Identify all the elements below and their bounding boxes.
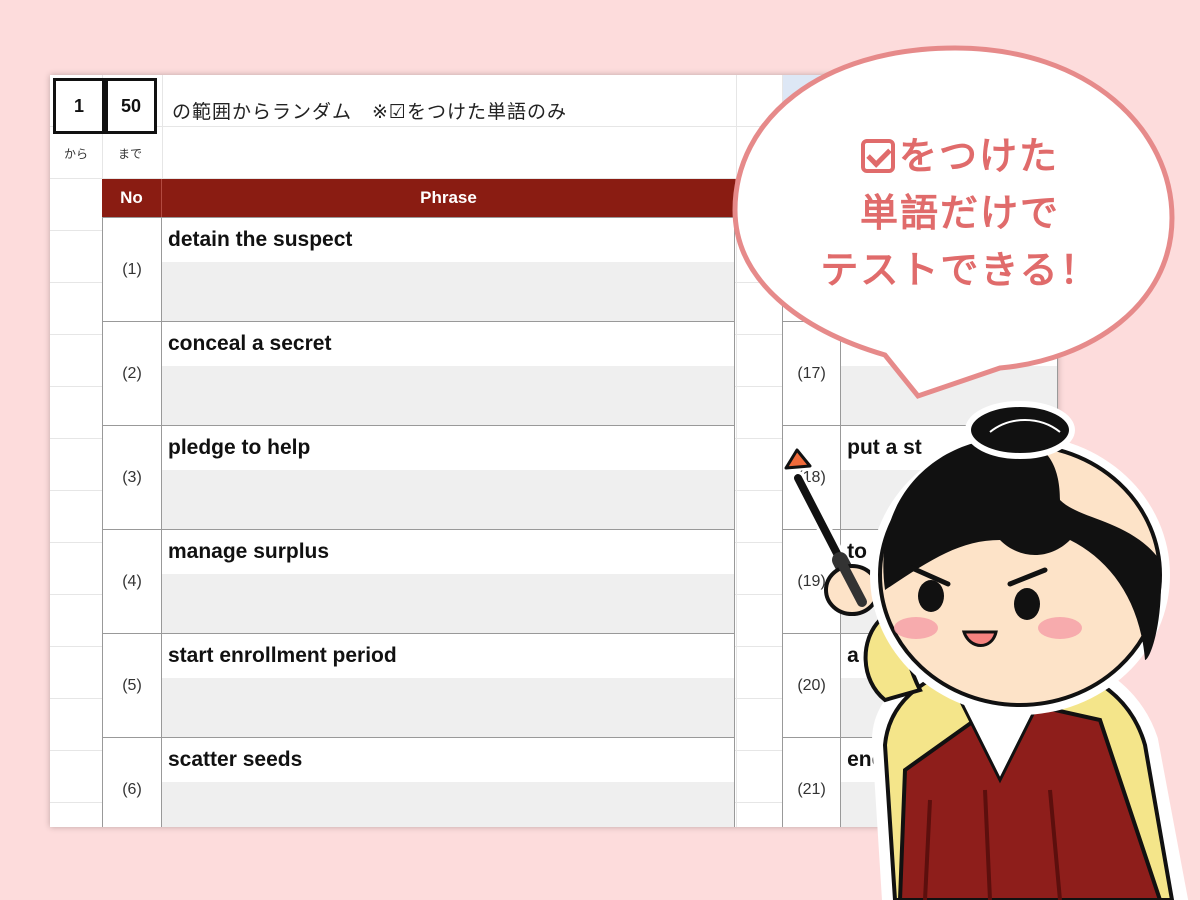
samurai-character-illustration xyxy=(784,401,1189,900)
samurai-head xyxy=(870,401,1170,715)
